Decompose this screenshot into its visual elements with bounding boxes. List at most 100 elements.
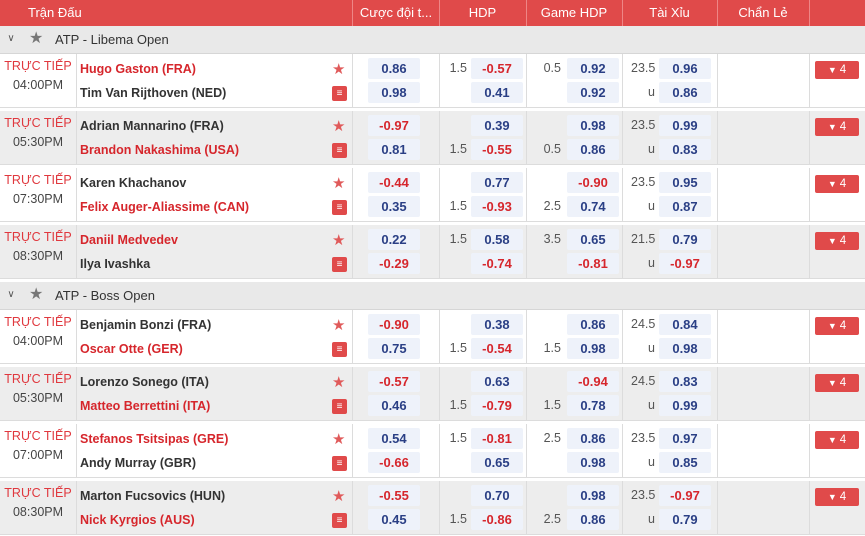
hdp-away-odds[interactable]: -0.54 — [471, 338, 523, 359]
home-team[interactable]: Daniil Medvedev — [80, 233, 178, 247]
under-odds[interactable]: 0.79 — [659, 509, 711, 530]
moneyline-away-odds[interactable]: 0.35 — [368, 196, 420, 217]
game-hdp-away-odds[interactable]: 0.92 — [567, 82, 619, 103]
moneyline-away-odds[interactable]: -0.66 — [368, 452, 420, 473]
favorite-star-icon[interactable]: ★ — [332, 318, 345, 334]
over-odds[interactable]: 0.84 — [659, 314, 711, 335]
over-odds[interactable]: 0.83 — [659, 371, 711, 392]
stats-icon[interactable]: ≡ — [332, 342, 347, 357]
under-odds[interactable]: 0.87 — [659, 196, 711, 217]
moneyline-away-odds[interactable]: 0.98 — [368, 82, 420, 103]
moneyline-home-odds[interactable]: -0.55 — [368, 485, 420, 506]
favorite-star-icon[interactable]: ★ — [332, 119, 345, 135]
over-odds[interactable]: 0.96 — [659, 58, 711, 79]
home-team[interactable]: Marton Fucsovics (HUN) — [80, 489, 225, 503]
favorite-star-icon[interactable]: ★ — [332, 432, 345, 448]
moneyline-home-odds[interactable]: -0.44 — [368, 172, 420, 193]
home-team[interactable]: Stefanos Tsitsipas (GRE) — [80, 432, 228, 446]
hdp-home-odds[interactable]: 0.70 — [471, 485, 523, 506]
away-team[interactable]: Matteo Berrettini (ITA) — [80, 399, 210, 413]
game-hdp-home-odds[interactable]: 0.65 — [567, 229, 619, 250]
stats-icon[interactable]: ≡ — [332, 456, 347, 471]
star-icon[interactable]: ★ — [29, 286, 43, 304]
under-odds[interactable]: 0.98 — [659, 338, 711, 359]
chevron-down-icon[interactable]: ∨ — [5, 289, 17, 301]
under-odds[interactable]: 0.85 — [659, 452, 711, 473]
more-markets-button[interactable]: ▼ 4 — [815, 488, 859, 506]
moneyline-home-odds[interactable]: -0.90 — [368, 314, 420, 335]
game-hdp-home-odds[interactable]: -0.90 — [567, 172, 619, 193]
game-hdp-away-odds[interactable]: 0.74 — [567, 196, 619, 217]
favorite-star-icon[interactable]: ★ — [332, 375, 345, 391]
hdp-away-odds[interactable]: -0.79 — [471, 395, 523, 416]
game-hdp-away-odds[interactable]: 0.98 — [567, 338, 619, 359]
moneyline-home-odds[interactable]: -0.57 — [368, 371, 420, 392]
home-team[interactable]: Benjamin Bonzi (FRA) — [80, 318, 211, 332]
hdp-home-odds[interactable]: 0.38 — [471, 314, 523, 335]
stats-icon[interactable]: ≡ — [332, 200, 347, 215]
stats-icon[interactable]: ≡ — [332, 399, 347, 414]
hdp-away-odds[interactable]: -0.93 — [471, 196, 523, 217]
moneyline-away-odds[interactable]: 0.45 — [368, 509, 420, 530]
game-hdp-away-odds[interactable]: -0.81 — [567, 253, 619, 274]
over-odds[interactable]: 0.95 — [659, 172, 711, 193]
under-odds[interactable]: -0.97 — [659, 253, 711, 274]
league-header[interactable]: ∨ ★ ATP - Boss Open — [0, 282, 865, 310]
game-hdp-away-odds[interactable]: 0.98 — [567, 452, 619, 473]
league-header[interactable]: ∨ ★ ATP - Libema Open — [0, 26, 865, 54]
more-markets-button[interactable]: ▼ 4 — [815, 118, 859, 136]
more-markets-button[interactable]: ▼ 4 — [815, 374, 859, 392]
game-hdp-away-odds[interactable]: 0.86 — [567, 139, 619, 160]
star-icon[interactable]: ★ — [29, 30, 43, 48]
favorite-star-icon[interactable]: ★ — [332, 233, 345, 249]
more-markets-button[interactable]: ▼ 4 — [815, 431, 859, 449]
away-team[interactable]: Ilya Ivashka — [80, 257, 150, 271]
away-team[interactable]: Nick Kyrgios (AUS) — [80, 513, 195, 527]
moneyline-home-odds[interactable]: -0.97 — [368, 115, 420, 136]
over-odds[interactable]: 0.99 — [659, 115, 711, 136]
hdp-home-odds[interactable]: 0.77 — [471, 172, 523, 193]
over-odds[interactable]: 0.97 — [659, 428, 711, 449]
stats-icon[interactable]: ≡ — [332, 86, 347, 101]
hdp-home-odds[interactable]: -0.57 — [471, 58, 523, 79]
favorite-star-icon[interactable]: ★ — [332, 176, 345, 192]
game-hdp-home-odds[interactable]: -0.94 — [567, 371, 619, 392]
more-markets-button[interactable]: ▼ 4 — [815, 317, 859, 335]
away-team[interactable]: Felix Auger-Aliassime (CAN) — [80, 200, 249, 214]
hdp-away-odds[interactable]: 0.41 — [471, 82, 523, 103]
chevron-down-icon[interactable]: ∨ — [5, 33, 17, 45]
under-odds[interactable]: 0.86 — [659, 82, 711, 103]
moneyline-home-odds[interactable]: 0.22 — [368, 229, 420, 250]
home-team[interactable]: Lorenzo Sonego (ITA) — [80, 375, 209, 389]
moneyline-away-odds[interactable]: 0.46 — [368, 395, 420, 416]
hdp-away-odds[interactable]: 0.65 — [471, 452, 523, 473]
under-odds[interactable]: 0.83 — [659, 139, 711, 160]
hdp-home-odds[interactable]: 0.58 — [471, 229, 523, 250]
game-hdp-home-odds[interactable]: 0.86 — [567, 428, 619, 449]
stats-icon[interactable]: ≡ — [332, 513, 347, 528]
away-team[interactable]: Brandon Nakashima (USA) — [80, 143, 239, 157]
game-hdp-home-odds[interactable]: 0.98 — [567, 115, 619, 136]
game-hdp-home-odds[interactable]: 0.86 — [567, 314, 619, 335]
moneyline-away-odds[interactable]: 0.81 — [368, 139, 420, 160]
game-hdp-home-odds[interactable]: 0.92 — [567, 58, 619, 79]
hdp-away-odds[interactable]: -0.74 — [471, 253, 523, 274]
moneyline-home-odds[interactable]: 0.86 — [368, 58, 420, 79]
under-odds[interactable]: 0.99 — [659, 395, 711, 416]
stats-icon[interactable]: ≡ — [332, 143, 347, 158]
away-team[interactable]: Andy Murray (GBR) — [80, 456, 196, 470]
over-odds[interactable]: -0.97 — [659, 485, 711, 506]
moneyline-home-odds[interactable]: 0.54 — [368, 428, 420, 449]
game-hdp-away-odds[interactable]: 0.86 — [567, 509, 619, 530]
game-hdp-home-odds[interactable]: 0.98 — [567, 485, 619, 506]
away-team[interactable]: Tim Van Rijthoven (NED) — [80, 86, 226, 100]
more-markets-button[interactable]: ▼ 4 — [815, 61, 859, 79]
stats-icon[interactable]: ≡ — [332, 257, 347, 272]
home-team[interactable]: Karen Khachanov — [80, 176, 186, 190]
away-team[interactable]: Oscar Otte (GER) — [80, 342, 183, 356]
more-markets-button[interactable]: ▼ 4 — [815, 232, 859, 250]
moneyline-away-odds[interactable]: 0.75 — [368, 338, 420, 359]
hdp-home-odds[interactable]: 0.39 — [471, 115, 523, 136]
hdp-away-odds[interactable]: -0.86 — [471, 509, 523, 530]
game-hdp-away-odds[interactable]: 0.78 — [567, 395, 619, 416]
